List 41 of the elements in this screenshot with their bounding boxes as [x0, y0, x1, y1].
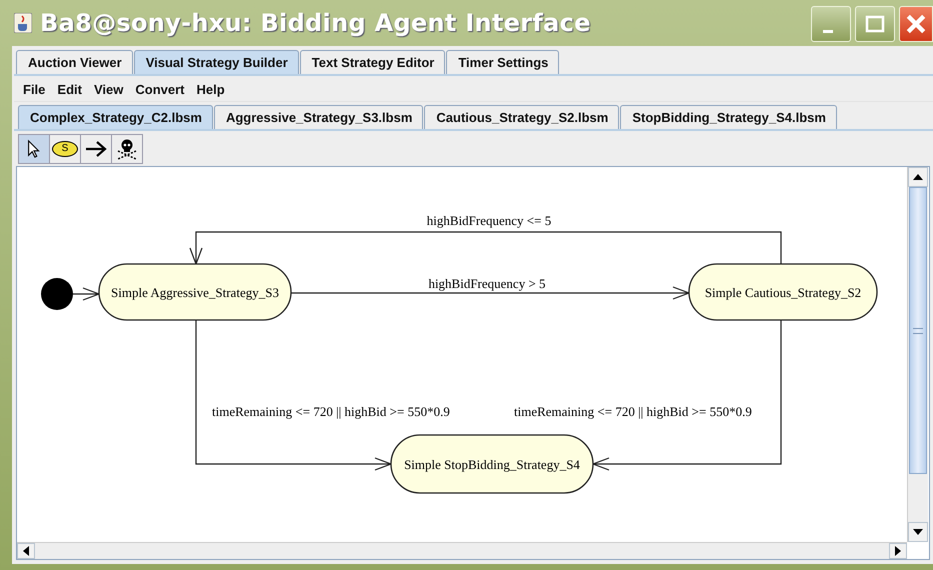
tab[interactable]: Text Strategy Editor — [300, 50, 446, 74]
window-title: Ba8@sony-hxu: Bidding Agent Interface — [40, 9, 592, 37]
cup-icon — [14, 13, 32, 33]
scroll-up-icon[interactable] — [913, 174, 923, 180]
scroll-down-icon[interactable] — [913, 529, 923, 535]
tab[interactable]: Timer Settings — [446, 50, 560, 74]
minimize-icon — [823, 30, 833, 32]
menu-item[interactable]: View — [88, 79, 128, 100]
state-tool[interactable]: S — [49, 134, 81, 164]
state-node: Simple StopBidding_Strategy_S4 — [390, 434, 594, 494]
file-tab[interactable]: Cautious_Strategy_S2.lbsm — [424, 105, 620, 129]
arrow-tool[interactable] — [80, 134, 112, 164]
menu-item[interactable]: File — [18, 79, 50, 100]
state-node: Simple Cautious_Strategy_S2 — [688, 263, 878, 321]
tab[interactable]: Auction Viewer — [16, 50, 133, 74]
menu-item[interactable]: Help — [191, 79, 230, 100]
skull-icon — [115, 137, 139, 161]
file-tab[interactable]: StopBidding_Strategy_S4.lbsm — [620, 105, 837, 129]
close-icon — [905, 13, 927, 35]
scroll-left-icon[interactable] — [23, 546, 29, 556]
scroll-right-icon[interactable] — [895, 546, 901, 556]
transition-label: highBidFrequency <= 5 — [426, 213, 552, 228]
pointer-tool[interactable] — [18, 134, 50, 164]
tab[interactable]: Visual Strategy Builder — [134, 50, 299, 74]
menu-item[interactable]: Edit — [52, 79, 87, 100]
transition-label: timeRemaining <= 720 || highBid >= 550*0.9 — [514, 404, 752, 419]
arrow-icon — [84, 139, 108, 159]
transition-label: timeRemaining <= 720 || highBid >= 550*0.9 — [212, 404, 450, 419]
state-node: Simple Aggressive_Strategy_S3 — [98, 263, 292, 321]
file-tab[interactable]: Complex_Strategy_C2.lbsm — [18, 105, 213, 129]
maximize-button[interactable] — [855, 6, 895, 42]
minimize-button[interactable] — [811, 6, 851, 42]
menu-item[interactable]: Convert — [130, 79, 190, 100]
transition-label: highBidFrequency > 5 — [428, 276, 546, 291]
horizontal-scrollbar[interactable] — [17, 542, 907, 559]
vertical-scrollbar[interactable] — [907, 167, 928, 542]
skull-tool[interactable] — [111, 134, 143, 164]
initial-transition — [41, 278, 101, 310]
maximize-icon — [865, 14, 885, 34]
file-tab[interactable]: Aggressive_Strategy_S3.lbsm — [214, 105, 424, 129]
close-button[interactable] — [899, 6, 933, 42]
